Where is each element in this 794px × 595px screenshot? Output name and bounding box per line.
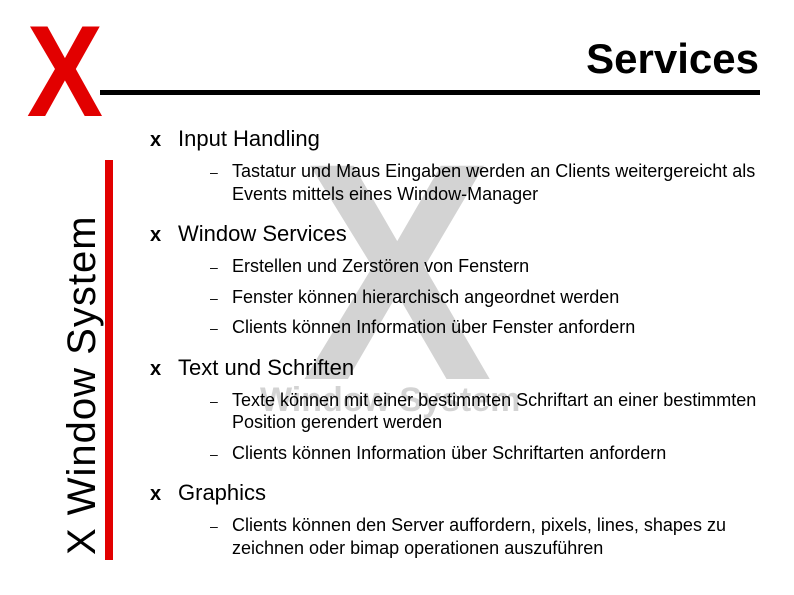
bullet-icon: x [150, 129, 178, 152]
logo-x: X [27, 16, 96, 127]
section-heading: x Graphics [150, 480, 770, 506]
content-area: x Input Handling – Tastatur und Maus Ein… [150, 110, 770, 565]
slide-title: Services [586, 35, 759, 83]
dash-icon: – [210, 446, 232, 462]
sub-item: – Erstellen und Zerstören von Fenstern [210, 255, 770, 278]
sub-text: Clients können Information über Fenster … [232, 316, 635, 339]
section-heading: x Input Handling [150, 126, 770, 152]
heading-text: Input Handling [178, 126, 320, 152]
sub-item: – Fenster können hierarchisch angeordnet… [210, 286, 770, 309]
sub-item: – Tastatur und Maus Eingaben werden an C… [210, 160, 770, 205]
sub-text: Clients können den Server auffordern, pi… [232, 514, 770, 559]
dash-icon: – [210, 164, 232, 180]
sub-item: – Texte können mit einer bestimmten Schr… [210, 389, 770, 434]
sub-text: Texte können mit einer bestimmten Schrif… [232, 389, 770, 434]
horizontal-rule [100, 90, 760, 95]
section-heading: x Window Services [150, 221, 770, 247]
dash-icon: – [210, 290, 232, 306]
section-heading: x Text und Schriften [150, 355, 770, 381]
dash-icon: – [210, 259, 232, 275]
dash-icon: – [210, 393, 232, 409]
sub-text: Fenster können hierarchisch angeordnet w… [232, 286, 619, 309]
sub-item: – Clients können Information über Fenste… [210, 316, 770, 339]
bullet-icon: x [150, 483, 178, 506]
side-label: X Window System [60, 215, 105, 555]
heading-text: Window Services [178, 221, 347, 247]
dash-icon: – [210, 320, 232, 336]
sub-text: Erstellen und Zerstören von Fenstern [232, 255, 529, 278]
bullet-icon: x [150, 358, 178, 381]
sub-text: Tastatur und Maus Eingaben werden an Cli… [232, 160, 770, 205]
sub-text: Clients können Information über Schrifta… [232, 442, 666, 465]
dash-icon: – [210, 518, 232, 534]
bullet-icon: x [150, 224, 178, 247]
vertical-bar [105, 160, 113, 560]
sub-item: – Clients können den Server auffordern, … [210, 514, 770, 559]
sub-item: – Clients können Information über Schrif… [210, 442, 770, 465]
heading-text: Text und Schriften [178, 355, 354, 381]
heading-text: Graphics [178, 480, 266, 506]
